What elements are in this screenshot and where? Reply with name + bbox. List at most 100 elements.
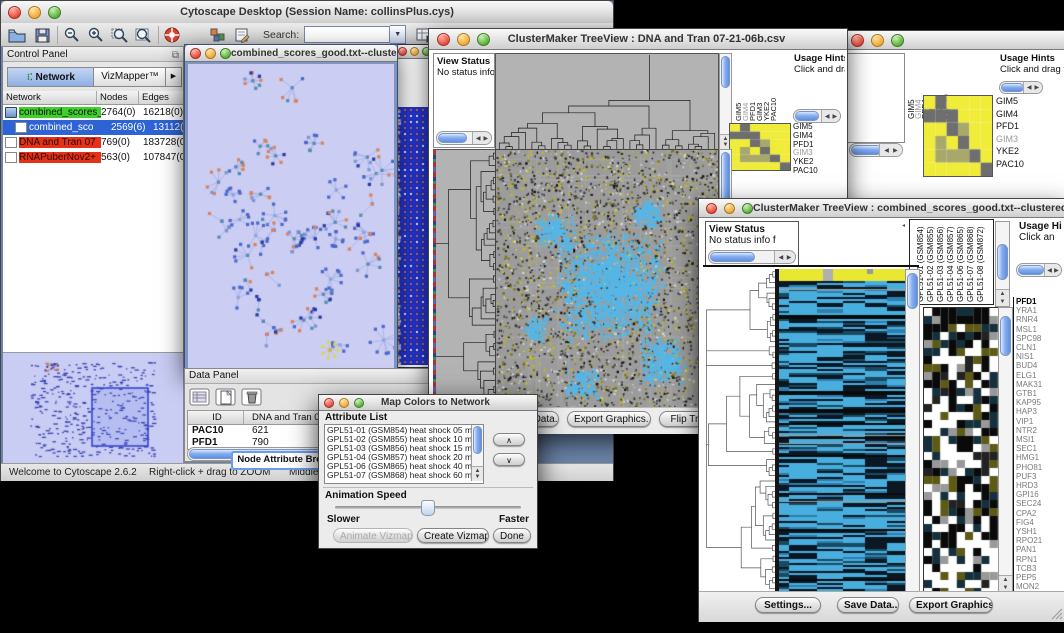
save-icon[interactable] — [33, 26, 53, 44]
dialog-titlebar[interactable]: Map Colors to Network — [319, 395, 537, 411]
zoom-fit-icon[interactable] — [134, 26, 154, 44]
search-input[interactable] — [304, 26, 390, 43]
minimize-button[interactable] — [410, 47, 419, 56]
gene-label[interactable]: KAP95 — [1014, 398, 1062, 407]
new-attribute-icon[interactable] — [215, 386, 237, 408]
column-dendrogram[interactable] — [495, 53, 719, 150]
network-table-header[interactable]: Network Nodes Edges — [3, 91, 183, 105]
minimize-button[interactable] — [205, 48, 216, 59]
gene-label[interactable]: PFD1 — [1014, 297, 1062, 306]
attribute-listbox[interactable]: GPL51-01 (GSM854) heat shock 05 minGPL51… — [324, 424, 484, 484]
gene-label[interactable]: MSL1 — [1014, 325, 1062, 334]
gene-label[interactable]: SEC24 — [1014, 499, 1062, 508]
help-lifering-icon[interactable] — [163, 26, 183, 44]
zoom-button[interactable] — [48, 6, 61, 19]
delete-attribute-icon[interactable] — [241, 386, 263, 408]
matrix-column-labels[interactable]: GIM5GIM4PFD1GIM3YKE2PAC10 — [731, 53, 775, 125]
treeview2-action-button[interactable]: Save Data... — [837, 597, 899, 613]
minimize-button[interactable] — [28, 6, 41, 19]
gene-label[interactable]: CPA2 — [1014, 509, 1062, 518]
resize-grip[interactable] — [1051, 608, 1063, 620]
gene-label[interactable]: MON2 — [1014, 582, 1062, 591]
zoom-button[interactable] — [891, 34, 904, 47]
label-vscrollbar[interactable]: ▲▼ — [995, 221, 1010, 307]
close-button[interactable] — [8, 6, 21, 19]
gene-label[interactable]: YRA1 — [1014, 306, 1062, 315]
gene-label[interactable]: HAP3 — [1014, 407, 1062, 416]
gene-name-list[interactable]: PFD1YRA1RNR4MSL1SPC98CLN1NIS1BUD4ELG1MAK… — [1013, 297, 1062, 591]
close-button[interactable] — [437, 33, 450, 46]
gene-label[interactable]: MAK31 — [1014, 380, 1062, 389]
animate-vizmap-button[interactable]: Animate Vizmap — [333, 528, 413, 543]
matrix-row-labels[interactable]: GIM5GIM4PFD1GIM3YKE2PAC10 — [996, 95, 1044, 170]
close-button[interactable] — [706, 203, 717, 214]
minimize-button[interactable] — [871, 34, 884, 47]
annotation-icon[interactable] — [233, 26, 253, 44]
zoom-out-icon[interactable] — [62, 26, 82, 44]
gene-label[interactable]: NTR2 — [1014, 426, 1062, 435]
network-row[interactable]: RNAPuberNov2+ 563(0) 107847(0) — [3, 150, 183, 165]
treeview-back-titlebar[interactable] — [843, 31, 1064, 50]
search-dropdown-button[interactable]: ▼ — [390, 25, 406, 44]
network-row[interactable]: combined_sco 2569(6) 13112(15) — [3, 120, 183, 135]
heatmap-vscrollbar[interactable] — [905, 269, 920, 593]
gene-label[interactable]: VIP1 — [1014, 417, 1062, 426]
gene-label[interactable]: ELG1 — [1014, 371, 1062, 380]
gene-label[interactable]: NIS1 — [1014, 352, 1062, 361]
view-status-hscrollbar[interactable]: ◀▶ — [708, 250, 796, 264]
zoom-button[interactable] — [742, 203, 753, 214]
gene-label[interactable]: SEC1 — [1014, 444, 1062, 453]
gene-label[interactable]: MSI1 — [1014, 435, 1062, 444]
zoom-button[interactable] — [220, 48, 231, 59]
matrix-row-labels[interactable]: GIM5GIM4PFD1GIM3YKE2PAC10 — [793, 123, 843, 176]
network-view-titlebar[interactable]: combined_scores_good.txt--cluste... — [185, 45, 397, 62]
move-up-button[interactable]: ∧ — [493, 433, 525, 446]
attribute-list-vscrollbar[interactable]: ▲▼ — [471, 425, 483, 481]
correlation-matrix[interactable] — [729, 123, 791, 171]
gene-label[interactable]: PEP5 — [1014, 573, 1062, 582]
gene-label[interactable]: RPO21 — [1014, 536, 1062, 545]
gene-label[interactable]: HRD3 — [1014, 481, 1062, 490]
row-dendrogram[interactable] — [433, 149, 497, 409]
usage-hints-hscrollbar[interactable]: ◀▶ — [999, 81, 1043, 94]
speed-slider-thumb[interactable] — [421, 500, 435, 516]
dense-network-view[interactable] — [396, 107, 432, 365]
correlation-matrix[interactable] — [923, 95, 993, 177]
gene-label[interactable]: RPN1 — [1014, 555, 1062, 564]
secondary-heatmap[interactable] — [923, 307, 999, 593]
vizmapper-icon[interactable] — [209, 26, 229, 44]
treeview1-action-button[interactable]: Export Graphics... — [567, 411, 651, 427]
tab-overflow-button[interactable]: ▶ — [165, 67, 182, 87]
tab-network[interactable]: ⁝⁚ Network — [7, 67, 95, 87]
minimize-button[interactable] — [339, 398, 349, 408]
attribute-select-icon[interactable] — [189, 386, 211, 408]
network-overview[interactable] — [3, 352, 183, 464]
treeview2-titlebar[interactable]: ClusterMaker TreeView : combined_scores_… — [699, 199, 1064, 218]
move-down-button[interactable]: ∨ — [493, 453, 525, 466]
view-status-hscrollbar[interactable]: ◀▶ — [436, 131, 492, 145]
view-status-hscrollbar[interactable]: ◀▶ — [849, 143, 903, 157]
close-button[interactable] — [398, 47, 407, 56]
treeview1-titlebar[interactable]: ClusterMaker TreeView : DNA and Tran 07-… — [429, 29, 847, 50]
gene-label[interactable]: CLN1 — [1014, 343, 1062, 352]
treeview2-action-button[interactable]: Export Graphics... — [909, 597, 993, 613]
gene-label[interactable]: PHO81 — [1014, 463, 1062, 472]
gene-label[interactable]: PAN1 — [1014, 545, 1062, 554]
close-button[interactable] — [851, 34, 864, 47]
network-row[interactable]: combined_scores_ 2764(0) 16218(0) — [3, 105, 183, 120]
zoom-in-icon[interactable] — [86, 26, 106, 44]
window-controls[interactable] — [8, 6, 61, 19]
cytoscape-titlebar[interactable]: Cytoscape Desktop (Session Name: collins… — [1, 1, 613, 24]
zoom-button[interactable] — [354, 398, 364, 408]
gene-label[interactable]: TCB3 — [1014, 564, 1062, 573]
gene-dendrogram[interactable] — [705, 269, 775, 591]
usage-hints-hscrollbar[interactable]: ◀▶ — [793, 109, 841, 123]
expression-heatmap[interactable] — [779, 269, 905, 591]
create-vizmap-button[interactable]: Create Vizmap — [417, 528, 489, 543]
gene-label[interactable]: RNR4 — [1014, 315, 1062, 324]
array-column-labels[interactable]: GPL51-01 (GSM854)GPL51-02 (GSM855)GPL51-… — [910, 220, 993, 304]
gene-label[interactable]: HMG1 — [1014, 453, 1062, 462]
tab-vizmapper[interactable]: VizMapper™ — [93, 67, 167, 87]
close-button[interactable] — [324, 398, 334, 408]
zoom-selected-icon[interactable] — [110, 26, 130, 44]
